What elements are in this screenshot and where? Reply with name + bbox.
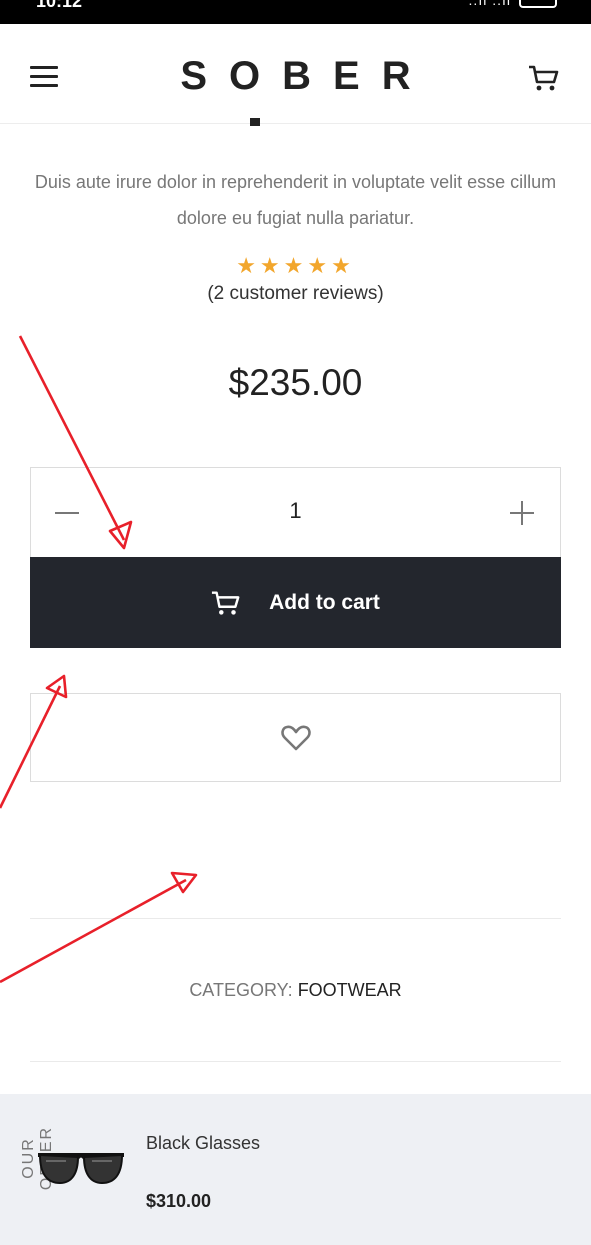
wishlist-button[interactable]: [30, 693, 561, 782]
add-to-cart-label: Add to cart: [269, 590, 380, 614]
rating-stars: ★★★★★: [236, 253, 355, 278]
product-price: $235.00: [228, 362, 363, 403]
offer-item-name[interactable]: Black Glasses: [146, 1133, 260, 1154]
customer-reviews-link[interactable]: (2 customer reviews): [0, 283, 591, 305]
cart-icon: [212, 590, 240, 615]
offer-product-image[interactable]: [36, 1145, 126, 1189]
site-logo[interactable]: SOBER: [0, 54, 591, 99]
product-description: Duis aute irure dolor in reprehenderit i…: [34, 172, 557, 228]
offer-item-price: $310.00: [146, 1191, 212, 1211]
category-link[interactable]: FOOTWEAR: [298, 980, 402, 1000]
quantity-input[interactable]: 1: [31, 498, 560, 524]
category-label: CATEGORY:: [189, 980, 293, 1000]
divider: [30, 1061, 561, 1062]
status-time: 10:12: [36, 0, 83, 11]
annotation-arrow-line: [0, 878, 187, 984]
add-to-cart-button[interactable]: Add to cart: [30, 557, 561, 648]
divider: [30, 918, 561, 919]
annotation-arrowhead: [170, 871, 198, 894]
product-category: CATEGORY: FOOTWEAR: [0, 980, 591, 1001]
heart-icon: [280, 725, 311, 750]
status-bar: 10:12 ..ıl ..ıl: [0, 0, 591, 24]
cart-icon[interactable]: [528, 64, 560, 92]
quantity-stepper: 1: [30, 467, 561, 558]
signal-icon: ..ıl ..ıl: [468, 0, 511, 8]
plus-icon[interactable]: [508, 498, 538, 528]
site-header: SOBER: [0, 24, 591, 124]
battery-icon: [519, 0, 557, 8]
product-title-fragment: [250, 118, 260, 126]
